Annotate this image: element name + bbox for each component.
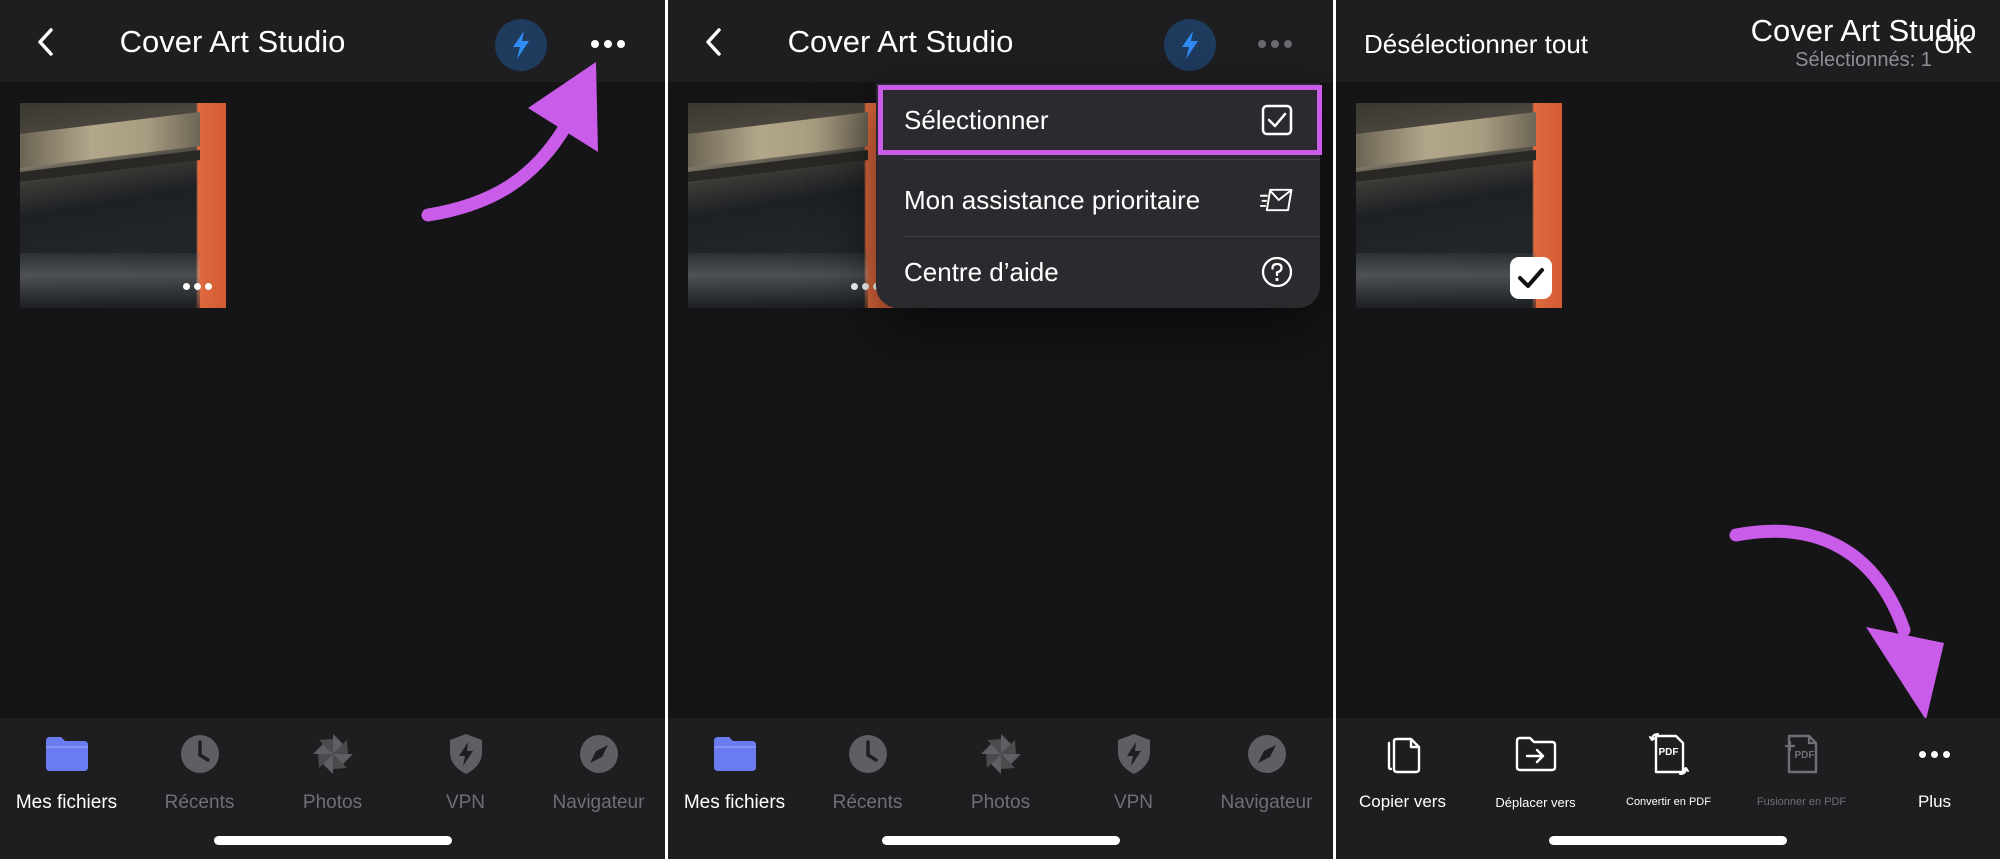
screen-menu-open: Cover Art Studio Sélectionner Mon assist… <box>668 0 1333 859</box>
dot-icon <box>617 40 625 48</box>
file-thumbnail[interactable] <box>1356 103 1562 308</box>
nav-header: Désélectionner tout Cover Art Studio Sél… <box>1336 0 2000 82</box>
tab-my-files[interactable]: Mes fichiers <box>0 730 133 820</box>
action-label: Déplacer vers <box>1495 795 1576 810</box>
convert-to-pdf-button[interactable]: PDF Convertir en PDF <box>1602 730 1735 820</box>
compass-icon <box>579 735 618 773</box>
pdf-icon-text: PDF <box>1794 750 1815 761</box>
home-indicator[interactable] <box>881 836 1120 845</box>
dot-icon <box>194 283 201 290</box>
menu-item-priority-support[interactable]: Mon assistance prioritaire <box>876 165 1320 235</box>
dot-icon <box>1284 40 1292 48</box>
clock-icon <box>180 735 219 773</box>
action-label: Plus <box>1917 792 1952 811</box>
tab-vpn[interactable]: VPN <box>1067 730 1200 820</box>
tab-label: Récents <box>164 792 235 813</box>
tab-photos[interactable]: Photos <box>934 730 1067 820</box>
page-title: Cover Art Studio <box>119 24 346 59</box>
dot-icon <box>205 283 212 290</box>
home-indicator[interactable] <box>1549 836 1787 845</box>
clock-icon <box>848 735 887 773</box>
tab-label: Navigateur <box>552 792 645 813</box>
menu-item-label: Centre d’aide <box>904 256 1059 287</box>
move-to-button[interactable]: Déplacer vers <box>1469 730 1602 820</box>
tab-label: Navigateur <box>1220 792 1313 813</box>
shield-bolt-icon <box>1117 734 1150 774</box>
screen-browse: Cover Art Studio Mes fichiers Récents Ph… <box>0 0 665 859</box>
tab-label: Mes fichiers <box>15 792 118 813</box>
thumbnail-image-part <box>20 253 200 308</box>
page-title: Cover Art Studio <box>1750 13 1977 48</box>
dot-icon <box>1258 40 1266 48</box>
menu-item-help-center[interactable]: Centre d’aide <box>876 237 1320 307</box>
merge-to-pdf-button[interactable]: PDF Fusionner en PDF <box>1735 730 1868 820</box>
more-button[interactable]: Plus <box>1868 730 2000 820</box>
more-icon <box>1919 750 1950 758</box>
ok-button[interactable]: OK <box>1934 29 1972 60</box>
annotation-arrow-icon <box>421 62 598 222</box>
page-title: Cover Art Studio <box>787 24 1014 59</box>
shield-bolt-icon <box>449 734 482 774</box>
more-options-button[interactable] <box>578 24 638 64</box>
dot-icon <box>183 283 190 290</box>
selected-checkbox[interactable] <box>1510 257 1552 299</box>
tab-recents[interactable]: Récents <box>801 730 934 820</box>
dot-icon <box>1271 40 1279 48</box>
tab-label: VPN <box>445 792 486 813</box>
checkmark-icon <box>1518 268 1544 288</box>
tab-label: Photos <box>970 792 1031 813</box>
pdf-icon-text: PDF <box>1658 747 1679 758</box>
screen-selection: Désélectionner tout Cover Art Studio Sél… <box>1336 0 2000 859</box>
help-icon <box>1261 256 1293 288</box>
action-label: Fusionner en PDF <box>1756 796 1847 808</box>
thumbnail-image-part <box>688 253 868 308</box>
dot-icon <box>862 283 869 290</box>
selection-count: Sélectionnés: 1 <box>1795 49 1932 71</box>
tab-recents[interactable]: Récents <box>133 730 266 820</box>
copy-icon <box>1387 737 1420 774</box>
upgrade-button[interactable] <box>1164 19 1216 71</box>
action-bar: Copier vers Déplacer vers PDF Convertir … <box>1336 718 2000 859</box>
thumbnail-image-part <box>1356 253 1536 308</box>
home-indicator[interactable] <box>213 836 452 845</box>
bolt-icon <box>1182 31 1198 59</box>
file-thumbnail[interactable] <box>688 103 894 308</box>
copy-to-button[interactable]: Copier vers <box>1336 730 1469 820</box>
pinwheel-icon <box>312 734 353 774</box>
tab-browser[interactable]: Navigateur <box>1200 730 1333 820</box>
action-label: Convertir en PDF <box>1626 796 1711 808</box>
nav-header: Cover Art Studio <box>668 0 1333 82</box>
dot-icon <box>851 283 858 290</box>
tab-vpn[interactable]: VPN <box>399 730 532 820</box>
more-options-button[interactable] <box>1245 24 1305 64</box>
tab-label: VPN <box>1113 792 1154 813</box>
dot-icon <box>591 40 599 48</box>
action-label: Copier vers <box>1359 792 1446 811</box>
tab-bar: Mes fichiers Récents Photos VPN Navigate… <box>668 718 1333 859</box>
pinwheel-icon <box>980 734 1021 774</box>
folder-icon <box>45 737 88 771</box>
nav-header: Cover Art Studio <box>0 0 665 82</box>
tab-my-files[interactable]: Mes fichiers <box>668 730 801 820</box>
folder-icon <box>713 737 756 771</box>
tab-browser[interactable]: Navigateur <box>532 730 665 820</box>
divider <box>904 159 1320 160</box>
file-options-button[interactable] <box>183 283 212 290</box>
tab-photos[interactable]: Photos <box>266 730 399 820</box>
tab-label: Mes fichiers <box>683 792 786 813</box>
annotation-arrow-icon <box>1729 524 1944 720</box>
compass-icon <box>1247 735 1286 773</box>
move-folder-icon <box>1515 736 1556 772</box>
tab-bar: Mes fichiers Récents Photos VPN Navigate… <box>0 718 665 859</box>
tab-label: Photos <box>302 792 363 813</box>
bolt-icon <box>513 31 529 59</box>
menu-item-label: Mon assistance prioritaire <box>904 184 1201 215</box>
dot-icon <box>604 40 612 48</box>
tab-label: Récents <box>832 792 903 813</box>
file-thumbnail[interactable] <box>20 103 226 308</box>
upgrade-button[interactable] <box>495 19 547 71</box>
mail-fast-icon <box>1260 188 1293 212</box>
highlight-box <box>878 85 1322 155</box>
